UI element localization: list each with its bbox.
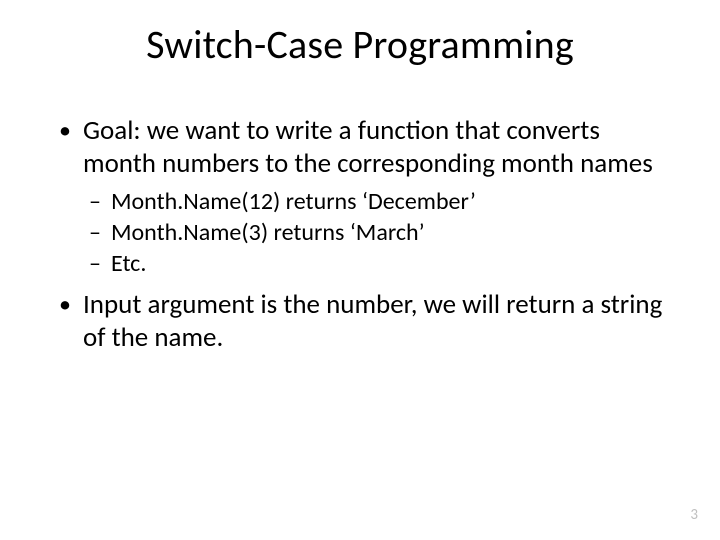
subbullet-example-march: Month.Name(3) returns ‘March’ [83,218,665,247]
slide-title: Switch-Case Programming [0,20,720,69]
bullet-goal-text: Goal: we want to write a function that c… [83,114,653,180]
slide: Switch-Case Programming Goal: we want to… [0,0,720,540]
page-number: 3 [690,506,698,524]
subbullet-example-december: Month.Name(12) returns ‘December’ [83,187,665,216]
bullet-list-level2: Month.Name(12) returns ‘December’ Month.… [83,187,665,279]
bullet-list-level1: Goal: we want to write a function that c… [55,115,665,355]
bullet-input-argument: Input argument is the number, we will re… [55,289,665,355]
subbullet-etc: Etc. [83,249,665,278]
slide-body: Goal: we want to write a function that c… [55,115,665,361]
bullet-goal: Goal: we want to write a function that c… [55,115,665,279]
